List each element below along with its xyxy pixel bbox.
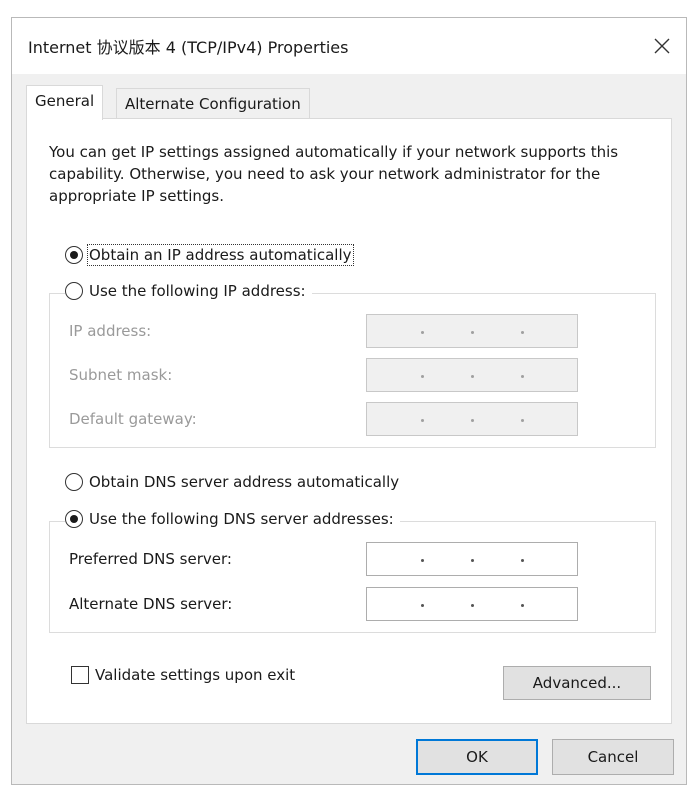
preferred-dns-label: Preferred DNS server:	[69, 550, 232, 568]
default-gateway-input[interactable]	[366, 402, 578, 436]
tab-general[interactable]: General	[26, 85, 104, 120]
ip-address-label: IP address:	[69, 322, 152, 340]
alternate-dns-input[interactable]	[366, 587, 578, 621]
octet-separator	[421, 331, 424, 334]
radio-use-following-dns[interactable]: Use the following DNS server addresses:	[65, 510, 400, 528]
validate-settings-checkbox[interactable]: Validate settings upon exit	[71, 666, 295, 684]
close-icon	[654, 38, 670, 54]
octet-separator	[421, 375, 424, 378]
checkbox-label: Validate settings upon exit	[95, 666, 296, 684]
radio-indicator	[65, 246, 83, 264]
radio-label: Use the following DNS server addresses:	[89, 510, 394, 528]
checkbox-indicator	[71, 666, 89, 684]
octet-separator	[521, 559, 524, 562]
octet-separator	[421, 419, 424, 422]
subnet-mask-input[interactable]	[366, 358, 578, 392]
radio-indicator	[65, 473, 83, 491]
octet-separator	[521, 419, 524, 422]
radio-label: Obtain DNS server address automatically	[89, 473, 400, 491]
octet-separator	[471, 331, 474, 334]
ok-button[interactable]: OK	[416, 739, 538, 775]
radio-label: Obtain an IP address automatically	[87, 244, 354, 266]
subnet-mask-label: Subnet mask:	[69, 366, 173, 384]
tab-alternate-configuration[interactable]: Alternate Configuration	[116, 88, 310, 118]
octet-separator	[471, 375, 474, 378]
title-bar: Internet 协议版本 4 (TCP/IPv4) Properties	[12, 18, 686, 74]
default-gateway-label: Default gateway:	[69, 410, 197, 428]
radio-indicator	[65, 510, 83, 528]
octet-separator	[521, 604, 524, 607]
radio-obtain-ip-auto[interactable]: Obtain an IP address automatically	[65, 244, 358, 266]
octet-separator	[471, 419, 474, 422]
radio-use-following-ip[interactable]: Use the following IP address:	[65, 282, 312, 300]
description-text: You can get IP settings assigned automat…	[49, 143, 619, 205]
radio-obtain-dns-auto[interactable]: Obtain DNS server address automatically	[65, 473, 406, 491]
tcpip-properties-dialog: Internet 协议版本 4 (TCP/IPv4) Properties Ge…	[11, 17, 687, 785]
cancel-button[interactable]: Cancel	[552, 739, 674, 775]
general-panel: You can get IP settings assigned automat…	[26, 118, 672, 724]
close-button[interactable]	[640, 24, 684, 68]
octet-separator	[521, 375, 524, 378]
window-title: Internet 协议版本 4 (TCP/IPv4) Properties	[28, 38, 349, 57]
octet-separator	[421, 559, 424, 562]
octet-separator	[471, 604, 474, 607]
octet-separator	[471, 559, 474, 562]
radio-label: Use the following IP address:	[89, 282, 306, 300]
ip-address-input[interactable]	[366, 314, 578, 348]
octet-separator	[521, 331, 524, 334]
radio-indicator	[65, 282, 83, 300]
octet-separator	[421, 604, 424, 607]
preferred-dns-input[interactable]	[366, 542, 578, 576]
alternate-dns-label: Alternate DNS server:	[69, 595, 233, 613]
advanced-button[interactable]: Advanced...	[503, 666, 651, 700]
